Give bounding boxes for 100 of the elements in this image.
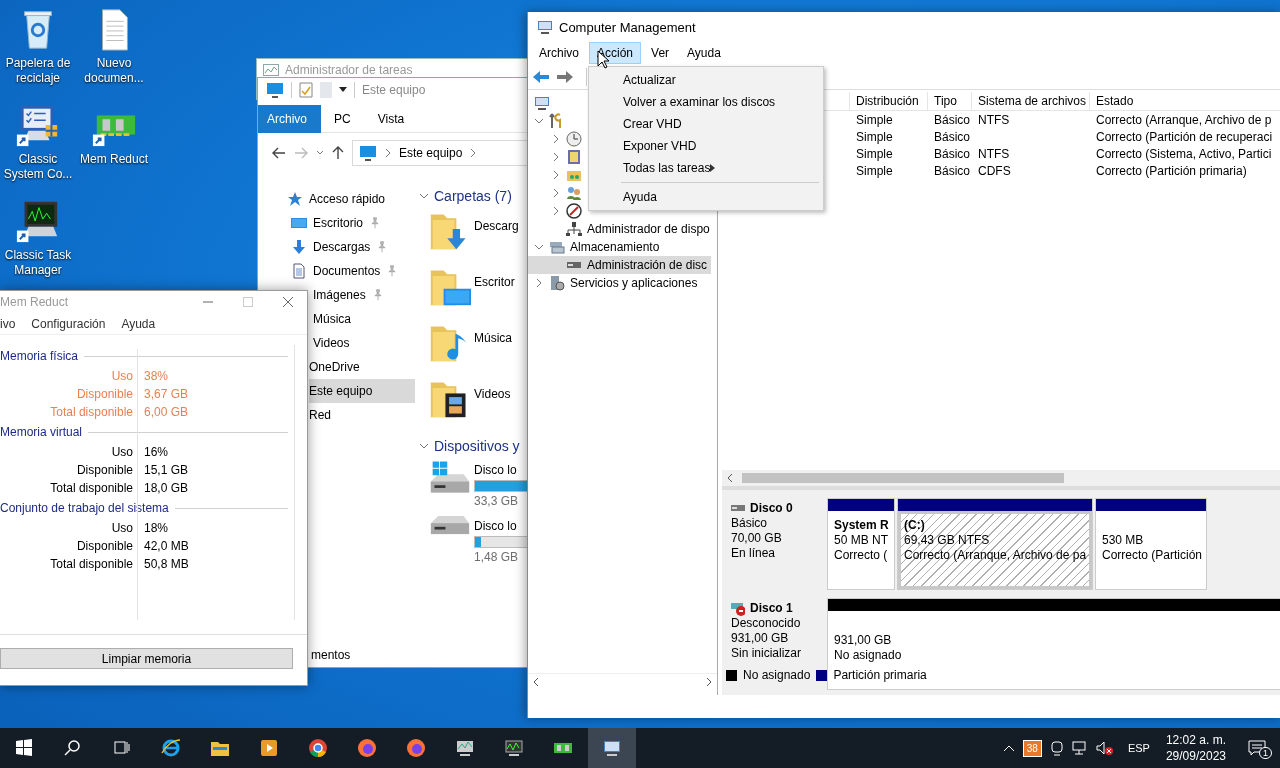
stat-label: Disponible <box>75 539 133 553</box>
partition-info: 50 MB NT <box>834 533 888 548</box>
table-cell-text: Correcto (Partición primaria) <box>1095 163 1248 178</box>
webcam-icon[interactable] <box>1049 740 1064 756</box>
desktop-icon[interactable]: Nuevo documen... <box>76 2 152 86</box>
menu-item[interactable]: Actualizar <box>591 69 821 91</box>
folder-name[interactable]: Descarg <box>474 219 519 233</box>
tree-item[interactable]: Servicios y aplicaciones <box>528 274 702 292</box>
chevron-up-icon[interactable] <box>1002 744 1015 752</box>
column-header[interactable]: Tipo <box>928 92 972 110</box>
caret-icon[interactable] <box>339 87 347 93</box>
table-cell-text: Simple <box>855 146 894 161</box>
menu-item[interactable]: Volver a examinar los discos <box>591 91 821 113</box>
nav-item[interactable]: Este equipo <box>309 379 415 403</box>
clean-memory-button[interactable]: Limpiar memoria <box>0 648 293 669</box>
nav-item[interactable]: Música <box>313 307 415 331</box>
menu-item[interactable]: Exponer VHD <box>591 135 821 157</box>
disk-info: 70,00 GB <box>731 531 783 546</box>
ribbon-tab[interactable]: PC <box>325 104 365 133</box>
partition[interactable]: System R 50 MB NT Correcto ( <box>827 498 895 590</box>
address-bar[interactable]: Este equipo <box>352 140 528 166</box>
up-arrow-icon[interactable] <box>332 146 344 160</box>
section-header[interactable]: Carpetas (7) <box>434 188 512 204</box>
taskbar-button[interactable] <box>588 728 636 768</box>
nav-item[interactable]: Acceso rápido <box>287 187 415 211</box>
disk-name: Disco 1 <box>750 601 793 616</box>
language-indicator[interactable]: ESP <box>1127 742 1150 754</box>
column-header[interactable]: Sistema de archivos <box>972 92 1090 110</box>
dropdown-caret-icon[interactable] <box>316 150 324 156</box>
window-title: Este equipo <box>362 83 426 97</box>
search-icon <box>63 738 83 758</box>
desktop-icon[interactable]: Classic System Co... <box>0 98 76 182</box>
table-cell-text: Simple <box>855 112 894 127</box>
nav-item[interactable]: Videos <box>313 331 415 355</box>
clock[interactable]: 12:02 a. m. 29/09/2023 <box>1165 732 1226 764</box>
menu-item[interactable]: Ver <box>643 42 678 64</box>
nav-item[interactable]: Documentos <box>291 259 415 283</box>
window-title: Administrador de tareas <box>285 63 413 77</box>
partition[interactable]: (C:) 69,43 GB NTFS Correcto (Arranque, Archivo de pa <box>897 498 1093 590</box>
drive-size: 1,48 GB <box>474 550 520 564</box>
section-header[interactable]: Dispositivos y <box>434 438 520 454</box>
desktop-icon[interactable]: Classic Task Manager <box>0 194 76 278</box>
desktop-icon[interactable]: Mem Reduct <box>76 98 152 167</box>
drive-name[interactable]: Disco lo <box>474 463 528 477</box>
firefox-logo-icon <box>406 738 426 758</box>
nav-item[interactable]: Escritorio <box>291 211 415 235</box>
horizontal-scrollbar[interactable] <box>722 470 1280 486</box>
menu-item[interactable]: Crear VHD <box>591 113 821 135</box>
partition[interactable]: 530 MB Correcto (Partición <box>1095 498 1207 590</box>
partition-info: 530 MB <box>1102 533 1145 548</box>
menu-item[interactable]: ivo <box>0 316 16 331</box>
computer-icon <box>534 95 550 111</box>
stat-value: 3,67 GB <box>143 387 189 401</box>
scroll-left-icon[interactable] <box>532 676 540 687</box>
stat-value: 38% <box>143 369 169 383</box>
close-icon[interactable] <box>283 297 293 307</box>
windows-logo-icon <box>14 738 34 758</box>
desktop-icon[interactable]: Papelera de reciclaje <box>0 2 76 86</box>
nav-item[interactable]: Descargas <box>291 235 415 259</box>
computer-icon <box>602 738 622 758</box>
drive-name[interactable]: Disco lo <box>474 519 528 533</box>
menu-item[interactable]: Ayuda <box>591 186 821 208</box>
forward-icon[interactable] <box>556 69 574 84</box>
ribbon-tab[interactable]: Vista <box>368 104 419 133</box>
menu-item[interactable]: Configuración <box>31 316 106 331</box>
menu-item[interactable]: Acción <box>589 42 642 64</box>
menu-item[interactable]: Ayuda <box>679 42 729 64</box>
computer-icon[interactable] <box>266 82 284 98</box>
folder-name[interactable]: Videos <box>474 387 511 401</box>
back-icon[interactable] <box>272 147 286 159</box>
scroll-left-icon[interactable] <box>726 473 734 483</box>
menu-item[interactable]: Archivo <box>531 42 587 64</box>
nav-item[interactable]: Imágenes <box>313 283 415 307</box>
network-icon[interactable] <box>1071 740 1088 756</box>
column-header[interactable]: Distribución <box>850 92 928 110</box>
ie-logo-icon <box>161 738 181 758</box>
table-cell-text: Correcto (Arranque, Archivo de p <box>1095 112 1273 127</box>
folder-name[interactable]: Escritor <box>474 275 515 289</box>
muted-speaker-icon[interactable] <box>1095 740 1114 756</box>
legend-label: Partición primaria <box>833 668 927 682</box>
stat-label: Disponible <box>75 387 133 401</box>
tree-item[interactable]: Administrador de dispo <box>528 220 714 238</box>
table-cell-text: Simple <box>855 129 894 144</box>
stat-value: 42,0 MB <box>143 539 189 553</box>
nav-item[interactable]: OneDrive <box>309 355 415 379</box>
device-tree-icon <box>566 221 582 237</box>
menu-item[interactable]: Todas las tareas <box>591 157 821 179</box>
folder-name[interactable]: Música <box>474 331 512 345</box>
drive-size: 33,3 GB <box>474 494 520 508</box>
tree-item[interactable]: Administración de disc <box>528 256 712 274</box>
stat-label: Uso <box>110 369 133 383</box>
table-cell-text: Básico <box>933 163 972 178</box>
ribbon-tab[interactable]: Archivo <box>258 104 321 133</box>
notification-button[interactable]: 1 <box>1242 728 1272 768</box>
scroll-right-icon[interactable] <box>705 676 713 687</box>
menu-item[interactable]: Ayuda <box>121 316 156 331</box>
tree-item[interactable]: Almacenamiento <box>528 238 664 256</box>
column-header[interactable]: Estado <box>1090 92 1280 110</box>
firefox-logo-icon <box>357 738 377 758</box>
nav-item[interactable]: Red <box>309 403 415 427</box>
